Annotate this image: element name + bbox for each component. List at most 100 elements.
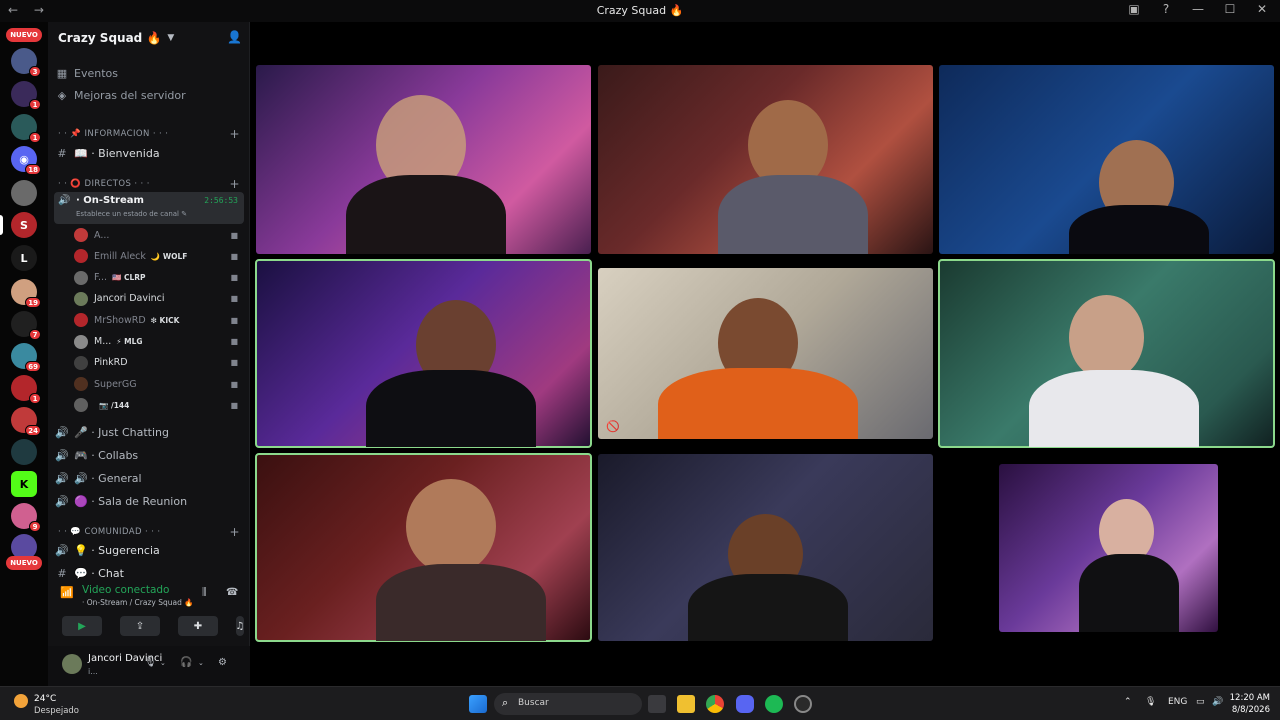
add-channel-icon[interactable]: +: [230, 525, 240, 539]
voice-participant[interactable]: M... ⚡ MLG ■: [74, 332, 244, 352]
server-icon[interactable]: 9: [11, 503, 41, 532]
voice-participant[interactable]: PinkRD ■: [74, 353, 244, 373]
discord-icon[interactable]: [736, 695, 754, 713]
server-icon[interactable]: 1: [11, 114, 41, 143]
server-icon[interactable]: [11, 439, 37, 465]
channel-name: · On-Stream: [76, 195, 144, 206]
server-icon[interactable]: S: [11, 212, 37, 238]
voice-participant[interactable]: SuperGG ■: [74, 374, 244, 394]
voice-participant[interactable]: A... ■: [74, 225, 244, 245]
server-icon[interactable]: 7: [11, 311, 41, 340]
server-icon[interactable]: 3: [11, 48, 41, 77]
channel-sugerencia[interactable]: 🔊 💡 · Sugerencia: [54, 540, 244, 560]
add-channel-icon[interactable]: +: [230, 177, 240, 191]
noise-suppression-icon[interactable]: ⫼: [202, 587, 207, 598]
add-member-icon[interactable]: 👤: [227, 30, 242, 44]
add-channel-icon[interactable]: +: [230, 127, 240, 141]
notification-badge: 1: [29, 393, 41, 404]
microphone-icon[interactable]: 🎙: [144, 657, 157, 668]
server-icon[interactable]: 1: [11, 375, 41, 404]
video-tile[interactable]: [999, 464, 1218, 632]
server-icon[interactable]: 1: [11, 81, 41, 110]
video-tile[interactable]: [938, 259, 1275, 448]
activities-button[interactable]: ✚: [178, 616, 218, 636]
system-clock[interactable]: 12:20 AM 8/8/2026: [1230, 692, 1270, 716]
windows-taskbar: 24°C Despejado ⌕ Buscar ⌃ 🎙 ENG ▭ 🔊 12:2…: [0, 686, 1280, 720]
app-icon[interactable]: [794, 695, 812, 713]
network-icon[interactable]: ▭: [1196, 697, 1205, 707]
weather-condition: Despejado: [34, 706, 79, 716]
close-button[interactable]: ✕: [1254, 2, 1270, 16]
voice-participant[interactable]: Jancori Davinci ■: [74, 289, 244, 309]
participant-figure: [718, 175, 868, 254]
chevron-down-icon[interactable]: ⌄: [160, 659, 166, 667]
windows-start-icon[interactable]: [469, 695, 487, 713]
notification-badge: 1: [29, 132, 41, 143]
boost-icon: ◈: [57, 88, 67, 102]
minimize-button[interactable]: —: [1190, 2, 1206, 16]
microphone-icon[interactable]: 🎙: [1145, 697, 1156, 707]
chrome-icon[interactable]: [706, 695, 724, 713]
signal-icon[interactable]: 📶: [60, 586, 74, 599]
category-informacion[interactable]: · · 📌 INFORMACION · · · +: [58, 127, 244, 141]
category-directos[interactable]: · · ⭕ DIRECTOS · · · +: [58, 177, 244, 191]
task-view-icon[interactable]: [648, 695, 666, 713]
voice-channel-path[interactable]: · On-Stream / Crazy Squad 🔥: [82, 598, 194, 607]
taskbar-search[interactable]: ⌕ Buscar: [494, 693, 642, 715]
video-tile[interactable]: [598, 454, 933, 641]
boosts-item[interactable]: ◈ Mejoras del servidor: [54, 85, 244, 105]
voice-participant[interactable]: Emill Aleck 🌙 WOLF ■: [74, 246, 244, 266]
video-tile[interactable]: [939, 65, 1274, 254]
search-icon: ⌕: [502, 696, 509, 709]
avatar: [74, 270, 88, 285]
notification-badge: 7: [29, 329, 41, 340]
spotify-icon[interactable]: [765, 695, 783, 713]
server-icon[interactable]: L: [11, 245, 37, 271]
server-icon[interactable]: 19: [11, 279, 41, 308]
video-tile[interactable]: [256, 65, 591, 254]
new-badge[interactable]: NUEVO: [6, 556, 42, 570]
screen-share-button[interactable]: ⇪: [120, 616, 160, 636]
video-tile[interactable]: [255, 453, 592, 642]
inbox-icon[interactable]: ▣: [1126, 2, 1142, 16]
maximize-button[interactable]: ☐: [1222, 2, 1238, 16]
headphones-icon[interactable]: 🎧: [180, 657, 192, 668]
server-icon[interactable]: 69: [11, 343, 41, 372]
avatar: [74, 398, 88, 413]
server-icon[interactable]: K: [11, 471, 37, 497]
volume-icon[interactable]: 🔊: [1212, 697, 1223, 707]
avatar[interactable]: [62, 654, 82, 674]
video-tile[interactable]: 🚫: [598, 268, 933, 439]
file-explorer-icon[interactable]: [677, 695, 695, 713]
voice-participant[interactable]: F... 🇺🇸 CLRP ■: [74, 268, 244, 288]
server-icon[interactable]: [11, 180, 37, 206]
events-item[interactable]: ▦ Eventos: [54, 63, 244, 83]
soundboard-button[interactable]: ♫: [236, 616, 244, 636]
server-icon[interactable]: ◉ 18: [11, 146, 41, 175]
settings-gear-icon[interactable]: ⚙: [218, 657, 227, 668]
voice-channel[interactable]: 🔊 🟣 · Sala de Reunion: [54, 491, 244, 511]
participant-figure: [346, 175, 506, 254]
voice-participant[interactable]: 📷 /144 ■: [74, 395, 244, 415]
video-tile[interactable]: [255, 259, 592, 448]
server-header[interactable]: Crazy Squad 🔥 ▼ 👤: [48, 22, 250, 54]
language-indicator[interactable]: ENG: [1168, 697, 1187, 707]
chevron-down-icon[interactable]: ⌄: [198, 659, 204, 667]
voice-channel[interactable]: 🔊 🔊 · General: [54, 468, 244, 488]
disconnect-icon[interactable]: ☎: [226, 587, 238, 598]
voice-channel[interactable]: 🔊 🎤 · Just Chatting: [54, 422, 244, 442]
channel-bienvenida[interactable]: # 📖 · Bienvenida: [54, 143, 244, 163]
participant-tag: 🇺🇸 CLRP: [112, 273, 146, 283]
category-comunidad[interactable]: · · 💬 COMUNIDAD · · · +: [58, 525, 244, 539]
active-voice-channel[interactable]: 🔊 · On-Stream 2:56:53 Establece un estad…: [54, 192, 244, 224]
video-tile[interactable]: [598, 65, 933, 254]
help-icon[interactable]: ?: [1158, 2, 1174, 16]
tray-chevron-icon[interactable]: ⌃: [1124, 697, 1132, 707]
voice-participant[interactable]: MrShowRD ❇ KICK ■: [74, 310, 244, 330]
voice-channel[interactable]: 🔊 🎮 · Collabs: [54, 445, 244, 465]
category-label: · · ⭕ DIRECTOS · · ·: [58, 179, 150, 189]
new-badge[interactable]: NUEVO: [6, 28, 42, 42]
channel-status[interactable]: Establece un estado de canal ✎: [76, 210, 187, 218]
camera-button[interactable]: ▶: [62, 616, 102, 636]
server-icon[interactable]: 24: [11, 407, 41, 436]
